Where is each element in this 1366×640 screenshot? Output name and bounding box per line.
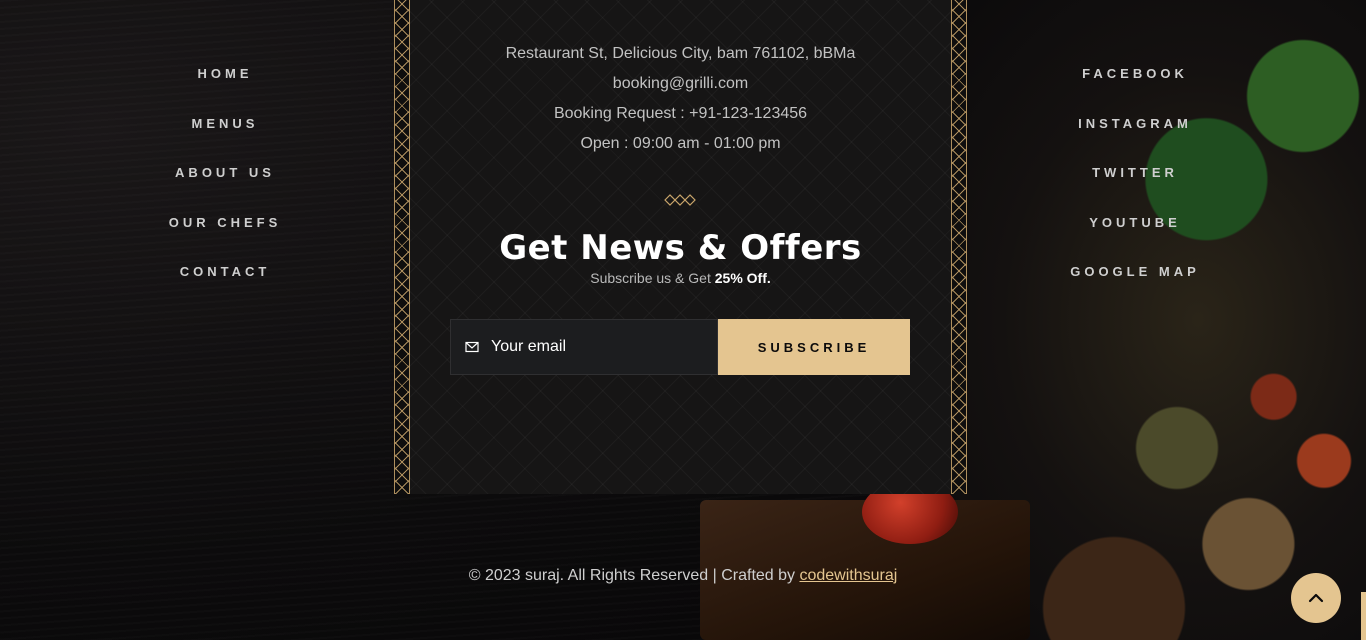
social-link-google-map[interactable]: GOOGLE MAP [1070,256,1200,306]
page-edge-accent [1361,592,1366,640]
back-to-top-button[interactable] [1291,573,1341,623]
email-link[interactable]: booking@grilli.com [394,69,967,99]
nav-link-our-chefs[interactable]: OUR CHEFS [169,207,282,257]
subscribe-button[interactable]: SUBSCRIBE [718,319,910,375]
copyright-text: © 2023 suraj. All Rights Reserved | Craf… [468,567,800,584]
copyright-line: © 2023 suraj. All Rights Reserved | Craf… [0,567,1366,585]
newsletter-title: Get News & Offers [499,228,862,268]
discount-highlight: 25% Off. [714,270,771,286]
social-link-youtube[interactable]: YOUTUBE [1089,207,1181,257]
social-link-instagram[interactable]: INSTAGRAM [1078,108,1192,158]
newsletter-card: Restaurant St, Delicious City, bam 76110… [394,0,967,494]
email-field-wrapper [450,319,718,375]
email-input[interactable] [451,319,717,375]
newsletter-form: SUBSCRIBE [450,319,910,375]
footer-nav-social: FACEBOOK INSTAGRAM TWITTER YOUTUBE GOOGL… [1015,58,1255,306]
author-link[interactable]: codewithsuraj [799,567,897,584]
nav-link-menus[interactable]: MENUS [192,108,259,158]
social-link-twitter[interactable]: TWITTER [1092,157,1178,207]
subtitle-prefix: Subscribe us & Get [590,270,715,286]
mail-icon [465,341,479,353]
separator-icon [664,194,696,206]
chevron-up-icon [1308,593,1324,603]
opening-hours: Open : 09:00 am - 01:00 pm [580,135,781,152]
footer-nav-main: HOME MENUS ABOUT US OUR CHEFS CONTACT [105,58,345,306]
booking-phone[interactable]: Booking Request : +91-123-123456 [394,99,967,129]
social-link-facebook[interactable]: FACEBOOK [1082,58,1188,108]
newsletter-subtitle: Subscribe us & Get 25% Off. [394,270,967,286]
nav-link-about-us[interactable]: ABOUT US [175,157,275,207]
address-text: Restaurant St, Delicious City, bam 76110… [505,45,856,62]
nav-link-contact[interactable]: CONTACT [180,256,271,306]
nav-link-home[interactable]: HOME [198,58,253,108]
contact-info: Restaurant St, Delicious City, bam 76110… [394,39,967,159]
